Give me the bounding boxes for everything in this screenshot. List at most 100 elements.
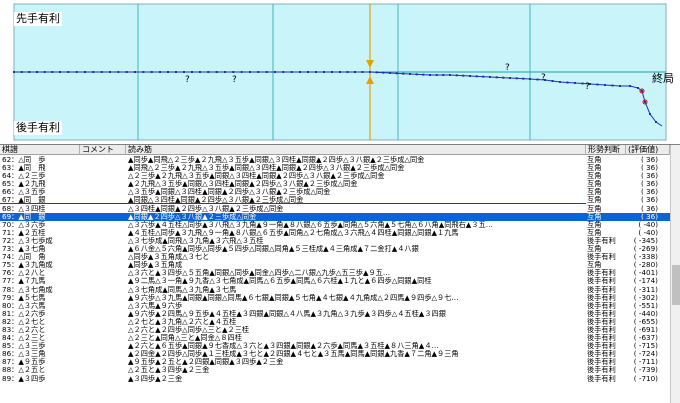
row-reading: ▲４五桂△同歩▲３九飛△９一角▲８八銀△６五歩▲同角△２七角成△３六飛△４四桂▲… xyxy=(128,228,459,237)
graph-point xyxy=(20,71,23,73)
row-move: 81：△２六歩 xyxy=(2,309,46,318)
row-move: 84：△２三と xyxy=(2,334,46,343)
table-row[interactable]: 82：△２七と △２七と▲３九角△２六と▲４五桂 後手有利( -655) xyxy=(0,318,680,326)
graph-question-mark: ? xyxy=(541,73,546,83)
table-row[interactable]: 73：▲３七角 ▲６八金△５六角▲同歩△同歩▲５四歩△同銀△同角▲５三桂成▲４三角… xyxy=(0,245,680,253)
table-row[interactable]: 89：▲３四歩 ▲３四歩▲２三金 後手有利( -710) xyxy=(0,375,680,383)
row-evaluation: ( -715) xyxy=(633,342,658,351)
graph-point xyxy=(604,84,606,86)
graph-point xyxy=(125,71,128,73)
graph-point xyxy=(581,82,584,85)
table-row[interactable]: 79：▲５七馬 ▲９六歩△３九馬▲同銀▲同銀△同馬▲６七銀▲同銀▲５七角▲４七銀▲… xyxy=(0,294,680,302)
row-evaluation: ( -302) xyxy=(633,293,658,302)
row-evaluation: ( -311) xyxy=(633,285,658,294)
graph-point xyxy=(331,71,333,73)
graph-point xyxy=(536,78,539,81)
header-evaluation[interactable]: (評価値) xyxy=(626,145,670,155)
table-row[interactable]: 66：△３五歩 △３五歩▲同銀△３四桂▲同銀▲２四歩△３八銀▲２三歩成△同金 互角(… xyxy=(0,188,680,196)
graph-point xyxy=(240,71,243,73)
graph-point xyxy=(191,71,193,73)
row-reading: ▲９六歩△３九馬▲同銀▲同銀△同馬▲６七銀▲同銀▲５七角▲４七銀▲４九角成△２四… xyxy=(128,293,459,302)
graph-point xyxy=(257,71,260,73)
graph-point xyxy=(629,85,631,87)
graph-point xyxy=(75,71,78,73)
table-row[interactable]: 72：△３七歩成 △３七歩成▲同飛△３九角▲３六飛△３五桂 後手有利( -345) xyxy=(0,237,680,245)
table-row[interactable]: 80：△３六馬 △３六馬▲９六歩 後手有利( -551) xyxy=(0,302,680,310)
table-row[interactable]: 76：△２八と △３六と▲３四歩△５五角▲同銀△同歩▲同金△四歩△二八銀△九歩△五… xyxy=(0,269,680,277)
graph-point xyxy=(449,74,451,76)
graph-point xyxy=(442,74,445,76)
row-reading: ▲２九飛△３五歩▲同銀△３四桂▲同銀▲２四歩△３八銀▲２三歩成△同金 xyxy=(128,180,358,189)
row-reading: ▲９二馬△３一角▲９九香△３七角成▲同馬△６五歩▲同馬△６六桂▲１九と▲６四歩△… xyxy=(128,277,432,286)
header-comment[interactable]: コメント xyxy=(80,145,126,155)
graph-point xyxy=(265,71,268,73)
row-reading: △３七歩成▲同飛△３九角▲３六飛△３五桂 xyxy=(128,236,264,245)
row-reading: ▲９五歩▲２五と▲２四銀▲同銀▲３四歩▲２三金 xyxy=(128,358,284,367)
table-row[interactable]: 81：△２六歩 ▲９六歩▲２四馬△９五歩▲４五桂▲３四銀▲同銀△４八馬▲３九角△３… xyxy=(0,310,680,318)
row-evaluation: ( -655) xyxy=(633,317,658,326)
kifu-table[interactable]: 棋譜 コメント 読み筋 形勢判断 (評価値) 62：△同 歩 ▲同歩▲同飛△２三歩… xyxy=(0,144,680,403)
row-move: 79：▲５七馬 xyxy=(2,293,46,302)
graph-point xyxy=(109,71,111,73)
row-move: 82：△２七と xyxy=(2,317,46,326)
row-move: 71：▲２五桂 xyxy=(2,228,46,237)
table-row[interactable]: 62：△同 歩 ▲同歩▲同飛△２三歩▲２九飛△３五歩▲同銀△３四桂▲同銀▲２四歩△… xyxy=(0,156,680,164)
graph-point xyxy=(354,71,356,73)
table-row[interactable]: 65：▲２九飛 ▲２九飛△３五歩▲同銀△３四桂▲同銀▲２四歩△３八銀▲２三歩成△同… xyxy=(0,180,680,188)
evaluation-graph[interactable]: ? ? ? ? ? 先手有利 後手有利 終局 xyxy=(0,0,680,143)
row-evaluation: ( -710) xyxy=(633,374,658,383)
table-row[interactable]: 86：△３三角 ▲２四金▲２四歩△同歩▲１三桂成▲３七と▲２四銀▲４七と▲３五馬▲… xyxy=(0,350,680,358)
row-evaluation: ( 36) xyxy=(640,188,658,197)
table-row[interactable]: 83：△２六と △２六と▲２四歩△同歩△三と▲２三桂 後手有利( -691) xyxy=(0,326,680,334)
row-move: 63：▲同 飛 xyxy=(2,164,46,173)
graph-point xyxy=(183,71,185,73)
graph-canvas[interactable]: ? ? ? ? ? xyxy=(0,0,680,143)
row-move: 70：△３六歩 xyxy=(2,220,46,229)
row-reading: ▲２六と▲６五歩▲同銀▲９七香成△３六と▲３四銀▲同銀▲２六歩▲同馬▲３五桂▲８… xyxy=(128,342,439,351)
graph-point xyxy=(249,71,251,73)
graph-point xyxy=(482,75,485,78)
row-reading: ▲３四歩▲２三金 xyxy=(128,374,183,383)
table-row[interactable]: 71：▲２五桂 ▲４五桂△同歩▲３九飛△９一角▲８八銀△６五歩▲同角△２七角成△３… xyxy=(0,229,680,237)
header-judgement[interactable]: 形勢判断 xyxy=(586,145,626,155)
graph-point xyxy=(315,71,317,73)
row-evaluation: ( -440) xyxy=(633,309,658,318)
row-evaluation: ( 36) xyxy=(640,212,658,221)
table-row[interactable]: 63：▲同 飛 ▲同飛△２三歩▲２九飛△３五歩▲同銀△３四桂▲同銀▲２四歩△３八銀… xyxy=(0,164,680,172)
table-row[interactable]: 85：△３三歩 ▲２六と▲６五歩▲同銀▲９七香成△３六と▲３四銀▲同銀▲２六歩▲同… xyxy=(0,342,680,350)
table-row[interactable]: 64：△２三歩 △２三歩▲２九飛△３五歩▲同銀△３四桂▲同銀▲２四歩△３八銀▲２三… xyxy=(0,172,680,180)
graph-point xyxy=(282,71,285,73)
row-evaluation: ( 36) xyxy=(640,204,658,213)
table-row[interactable]: 68：△３四桂 △３四桂▲同銀▲２四歩△３八銀▲２三歩成△同金 互角( 36) xyxy=(0,205,680,213)
table-row[interactable]: 70：△３六歩 △３六歩▲４五桂△同歩▲３八飛△３九角▲９一角▲８八銀△６五歩▲同… xyxy=(0,221,680,229)
table-row[interactable]: 69：▲同 銀 ▲同銀▲２四歩△３八銀▲２三歩成△同金 互角( 36) xyxy=(0,212,680,221)
graph-point xyxy=(435,74,438,76)
row-reading: △３四桂▲同銀▲２四歩△３八銀▲２三歩成△同金 xyxy=(128,204,284,213)
graph-point xyxy=(167,71,169,73)
table-row[interactable]: 78：△３七角成 △３七角成▲同馬△３九角▲３七馬 後手有利( -311) xyxy=(0,286,680,294)
graph-point xyxy=(142,71,145,73)
table-row[interactable]: 84：△２三と △２三と▲同角△三と▲同金△８四桂 後手有利( -637) xyxy=(0,334,680,342)
table-row[interactable]: 88：△２五と △２五と▲３四歩▲２三金 後手有利( -739) xyxy=(0,366,680,374)
table-row[interactable]: 87：▲９五歩 ▲９五歩▲２五と▲２四銀▲同銀▲３四歩▲２三金 後手有利( -711… xyxy=(0,358,680,366)
row-move: 89：▲３四歩 xyxy=(2,374,46,383)
graph-point xyxy=(402,72,405,75)
row-evaluation: ( -551) xyxy=(633,301,658,310)
table-row[interactable]: 77：▲７九馬 ▲９二馬△３一角▲９九香△３七角成▲同馬△６五歩▲同馬△６六桂▲１… xyxy=(0,277,680,285)
graph-point xyxy=(232,71,235,73)
row-move: 85：△３三歩 xyxy=(2,342,46,351)
graph-point xyxy=(559,81,561,83)
row-move: 77：▲７九馬 xyxy=(2,277,46,286)
table-row[interactable]: 75：▲３九角成 ▲同歩▲３五角成 互角( -280) xyxy=(0,261,680,269)
table-row[interactable]: 74：△同 角 △同歩▲３五角成△３七と 後手有利( -338) xyxy=(0,253,680,261)
vertical-scrollbar[interactable] xyxy=(670,145,680,403)
graph-point xyxy=(649,113,651,115)
row-evaluation: ( 36) xyxy=(640,164,658,173)
row-reading: △２三と▲同角△三と▲同金△８四桂 xyxy=(128,334,242,343)
graph-label-advantage-white: 後手有利 xyxy=(14,121,62,135)
row-reading: ▲同歩▲同飛△２三歩▲２九飛△３五歩▲同銀△３四桂▲同銀▲２四歩△３八銀▲２三歩… xyxy=(128,156,425,164)
graph-point xyxy=(415,73,418,76)
scrollbar-thumb[interactable] xyxy=(672,265,680,305)
header-reading[interactable]: 読み筋 xyxy=(126,145,586,155)
header-move[interactable]: 棋譜 xyxy=(0,145,80,155)
